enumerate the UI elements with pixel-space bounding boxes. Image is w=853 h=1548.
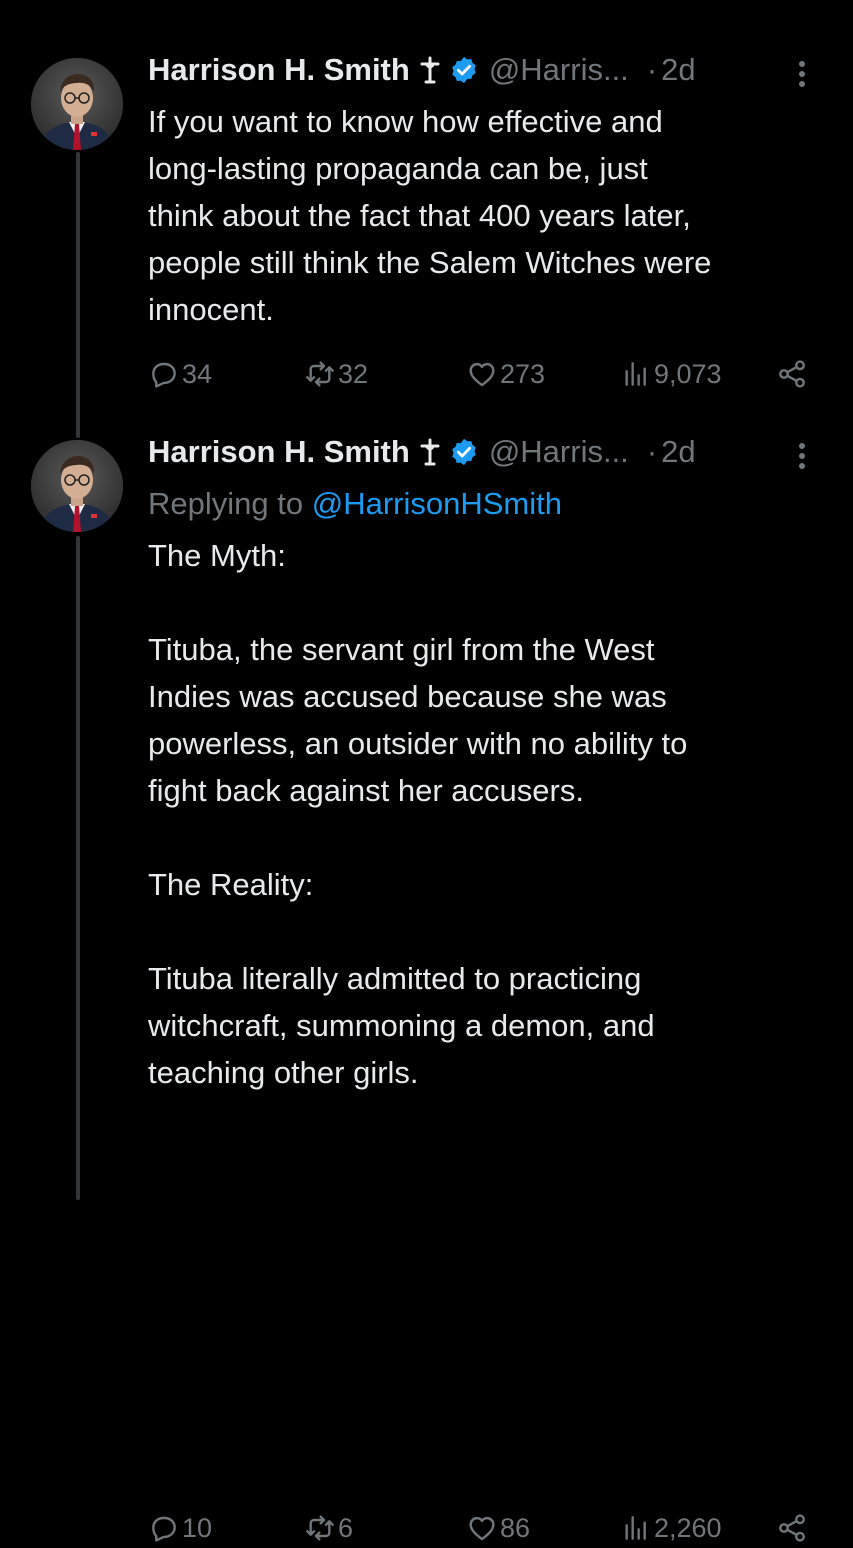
display-name[interactable]: Harrison H. Smith bbox=[148, 434, 410, 470]
like-count: 86 bbox=[500, 1512, 531, 1543]
thread-line bbox=[76, 152, 80, 438]
views-icon bbox=[620, 358, 652, 390]
repost-button[interactable]: 6 bbox=[304, 1508, 353, 1548]
repost-count: 32 bbox=[338, 358, 369, 389]
handle[interactable]: @Harris... bbox=[489, 434, 629, 470]
reply-count: 10 bbox=[182, 1512, 213, 1543]
timestamp[interactable]: 2d bbox=[661, 52, 695, 88]
reply-button[interactable]: 34 bbox=[148, 354, 212, 394]
views-icon bbox=[620, 1512, 652, 1544]
verified-icon bbox=[449, 55, 479, 85]
repost-icon bbox=[304, 358, 336, 390]
replying-to-label: Replying to bbox=[148, 486, 312, 521]
timestamp[interactable]: 2d bbox=[661, 434, 695, 470]
views-count: 9,073 bbox=[654, 358, 722, 389]
tweet-actions: 34 32 273 9,073 bbox=[148, 354, 828, 394]
tweet-text: The Myth: Tituba, the servant girl from … bbox=[148, 538, 688, 1090]
repost-count: 6 bbox=[338, 1512, 354, 1543]
tweet-header: Harrison H. Smith @Harris... · 2d bbox=[148, 42, 828, 98]
reply-icon bbox=[148, 358, 180, 390]
avatar[interactable] bbox=[31, 440, 123, 532]
avatar[interactable] bbox=[31, 58, 123, 150]
share-icon bbox=[776, 358, 808, 390]
repost-icon bbox=[304, 1512, 336, 1544]
heart-icon bbox=[466, 358, 498, 390]
verified-icon bbox=[449, 437, 479, 467]
share-icon bbox=[776, 1512, 808, 1544]
reply-button[interactable]: 10 bbox=[148, 1508, 212, 1548]
cross-icon bbox=[419, 55, 441, 85]
repost-button[interactable]: 32 bbox=[304, 354, 368, 394]
like-count: 273 bbox=[500, 358, 546, 389]
like-button[interactable]: 86 bbox=[466, 1508, 530, 1548]
tweet-header: Harrison H. Smith @Harris... · 2d bbox=[148, 424, 828, 480]
views-button[interactable]: 2,260 bbox=[620, 1508, 722, 1548]
cross-icon bbox=[419, 437, 441, 467]
more-options-icon[interactable] bbox=[794, 438, 810, 474]
replying-to: Replying to @HarrisonHSmith bbox=[148, 480, 828, 532]
share-button[interactable] bbox=[776, 1508, 808, 1548]
views-count: 2,260 bbox=[654, 1512, 722, 1543]
separator-dot: · bbox=[646, 52, 658, 87]
more-options-icon[interactable] bbox=[794, 56, 810, 92]
handle[interactable]: @Harris... bbox=[489, 52, 629, 88]
display-name[interactable]: Harrison H. Smith bbox=[148, 52, 410, 88]
views-button[interactable]: 9,073 bbox=[620, 354, 722, 394]
tweet-actions: 10 6 86 2,260 bbox=[148, 1508, 828, 1548]
thread-line bbox=[76, 536, 80, 1200]
separator-dot: · bbox=[646, 434, 658, 469]
like-button[interactable]: 273 bbox=[466, 354, 545, 394]
reply-icon bbox=[148, 1512, 180, 1544]
replying-to-mention[interactable]: @HarrisonHSmith bbox=[312, 486, 562, 521]
heart-icon bbox=[466, 1512, 498, 1544]
share-button[interactable] bbox=[776, 354, 808, 394]
tweet-text: If you want to know how effective and lo… bbox=[148, 104, 712, 327]
reply-count: 34 bbox=[182, 358, 213, 389]
